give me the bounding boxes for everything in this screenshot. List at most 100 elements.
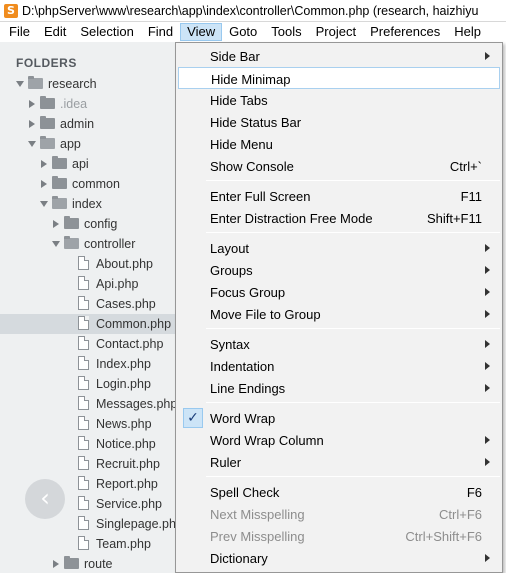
menu-item-label: Syntax	[210, 337, 250, 352]
tree-file-singlepage-php[interactable]: Singlepage.php	[0, 514, 176, 534]
view-menu-item-layout[interactable]: Layout	[178, 237, 500, 259]
menu-preferences[interactable]: Preferences	[363, 23, 447, 41]
menu-separator	[206, 402, 500, 403]
tree-file-team-php[interactable]: Team.php	[0, 534, 176, 554]
submenu-arrow-icon	[485, 384, 490, 392]
tree-folder-api[interactable]: api	[0, 154, 176, 174]
view-menu-item-enter-distraction-free-mode[interactable]: Enter Distraction Free Mode Shift+F11	[178, 207, 500, 229]
tree-folder-idea[interactable]: .idea	[0, 94, 176, 114]
submenu-arrow-icon	[485, 458, 490, 466]
tree-folder-admin[interactable]: admin	[0, 114, 176, 134]
menu-project[interactable]: Project	[309, 23, 363, 41]
menu-item-label: Word Wrap Column	[210, 433, 324, 448]
tree-file-report-php[interactable]: Report.php	[0, 474, 176, 494]
file-icon	[78, 316, 89, 330]
view-menu-item-line-endings[interactable]: Line Endings	[178, 377, 500, 399]
tree-file-cases-php[interactable]: Cases.php	[0, 294, 176, 314]
view-menu-item-prev-misspelling: Prev Misspelling Ctrl+Shift+F6	[178, 525, 500, 547]
tree-file-messages-php[interactable]: Messages.php	[0, 394, 176, 414]
menu-edit[interactable]: Edit	[37, 23, 73, 41]
menu-selection[interactable]: Selection	[73, 23, 140, 41]
menu-item-label: Word Wrap	[210, 411, 276, 426]
menu-help[interactable]: Help	[447, 23, 488, 41]
disclosure-closed-icon[interactable]	[41, 160, 47, 168]
tree-item-label: Common.php	[96, 317, 172, 331]
submenu-arrow-icon	[485, 288, 490, 296]
menu-item-label: Enter Distraction Free Mode	[210, 211, 373, 226]
tree-file-index-php[interactable]: Index.php	[0, 354, 176, 374]
menu-view[interactable]: View	[180, 23, 223, 41]
menu-tools[interactable]: Tools	[264, 23, 308, 41]
view-menu-item-word-wrap[interactable]: ✓ Word Wrap	[178, 407, 500, 429]
tree-item-label: app	[60, 137, 81, 151]
tree-file-api-php[interactable]: Api.php	[0, 274, 176, 294]
tree-folder-config[interactable]: config	[0, 214, 176, 234]
menu-goto[interactable]: Goto	[222, 23, 264, 41]
tree-folder-common[interactable]: common	[0, 174, 176, 194]
menu-file[interactable]: File	[2, 23, 37, 41]
view-menu-item-hide-minimap[interactable]: Hide Minimap	[178, 67, 500, 89]
tree-folder-route[interactable]: route	[0, 554, 176, 573]
tree-file-contact-php[interactable]: Contact.php	[0, 334, 176, 354]
tree-item-label: api	[72, 157, 89, 171]
view-menu-item-dictionary[interactable]: Dictionary	[178, 547, 500, 569]
view-menu-item-spell-check[interactable]: Spell Check F6	[178, 481, 500, 503]
menu-item-shortcut: Ctrl+F6	[439, 507, 482, 522]
menu-item-label: Show Console	[210, 159, 294, 174]
file-icon	[78, 336, 89, 350]
disclosure-open-icon[interactable]	[40, 201, 48, 207]
view-menu-item-indentation[interactable]: Indentation	[178, 355, 500, 377]
tree-file-notice-php[interactable]: Notice.php	[0, 434, 176, 454]
view-menu-item-ruler[interactable]: Ruler	[178, 451, 500, 473]
disclosure-open-icon[interactable]	[52, 241, 60, 247]
tree-item-label: Singlepage.php	[96, 517, 176, 531]
view-menu-item-enter-full-screen[interactable]: Enter Full Screen F11	[178, 185, 500, 207]
view-menu-item-groups[interactable]: Groups	[178, 259, 500, 281]
checkmark-icon: ✓	[183, 408, 203, 428]
tree-folder-research[interactable]: research	[0, 74, 176, 94]
tree-folder-controller[interactable]: controller	[0, 234, 176, 254]
disclosure-closed-icon[interactable]	[53, 220, 59, 228]
tree-item-label: Index.php	[96, 357, 151, 371]
disclosure-open-icon[interactable]	[28, 141, 36, 147]
tree-file-common-php[interactable]: Common.php	[0, 314, 176, 334]
view-menu-item-word-wrap-column[interactable]: Word Wrap Column	[178, 429, 500, 451]
file-icon	[78, 376, 89, 390]
menu-item-label: Side Bar	[210, 49, 260, 64]
view-menu-item-syntax[interactable]: Syntax	[178, 333, 500, 355]
menu-separator	[206, 180, 500, 181]
folder-icon	[40, 116, 55, 129]
disclosure-open-icon[interactable]	[16, 81, 24, 87]
view-menu-item-side-bar[interactable]: Side Bar	[178, 45, 500, 67]
menu-item-label: Hide Status Bar	[210, 115, 302, 130]
tree-item-label: research	[48, 77, 97, 91]
disclosure-closed-icon[interactable]	[53, 560, 59, 568]
tree-file-news-php[interactable]: News.php	[0, 414, 176, 434]
view-menu-item-move-file-to-group[interactable]: Move File to Group	[178, 303, 500, 325]
view-menu-item-show-console[interactable]: Show Console Ctrl+`	[178, 155, 500, 177]
submenu-arrow-icon	[485, 266, 490, 274]
folder-icon	[40, 96, 55, 109]
view-menu-item-hide-menu[interactable]: Hide Menu	[178, 133, 500, 155]
folders-header: FOLDERS	[16, 56, 77, 70]
disclosure-closed-icon[interactable]	[29, 100, 35, 108]
view-menu-item-hide-tabs[interactable]: Hide Tabs	[178, 89, 500, 111]
tree-file-login-php[interactable]: Login.php	[0, 374, 176, 394]
folder-open-icon	[52, 196, 67, 209]
menu-find[interactable]: Find	[141, 23, 180, 41]
disclosure-closed-icon[interactable]	[29, 120, 35, 128]
file-icon	[78, 276, 89, 290]
file-icon	[78, 516, 89, 530]
tree-folder-app[interactable]: app	[0, 134, 176, 154]
view-menu-item-focus-group[interactable]: Focus Group	[178, 281, 500, 303]
tree-file-recruit-php[interactable]: Recruit.php	[0, 454, 176, 474]
tree-item-label: Messages.php	[96, 397, 176, 411]
view-menu-item-hide-status-bar[interactable]: Hide Status Bar	[178, 111, 500, 133]
tree-file-about-php[interactable]: About.php	[0, 254, 176, 274]
disclosure-closed-icon[interactable]	[41, 180, 47, 188]
folder-icon	[64, 556, 79, 569]
tree-file-service-php[interactable]: Service.php	[0, 494, 176, 514]
file-icon	[78, 396, 89, 410]
menu-item-shortcut: Ctrl+Shift+F6	[405, 529, 482, 544]
tree-folder-index[interactable]: index	[0, 194, 176, 214]
